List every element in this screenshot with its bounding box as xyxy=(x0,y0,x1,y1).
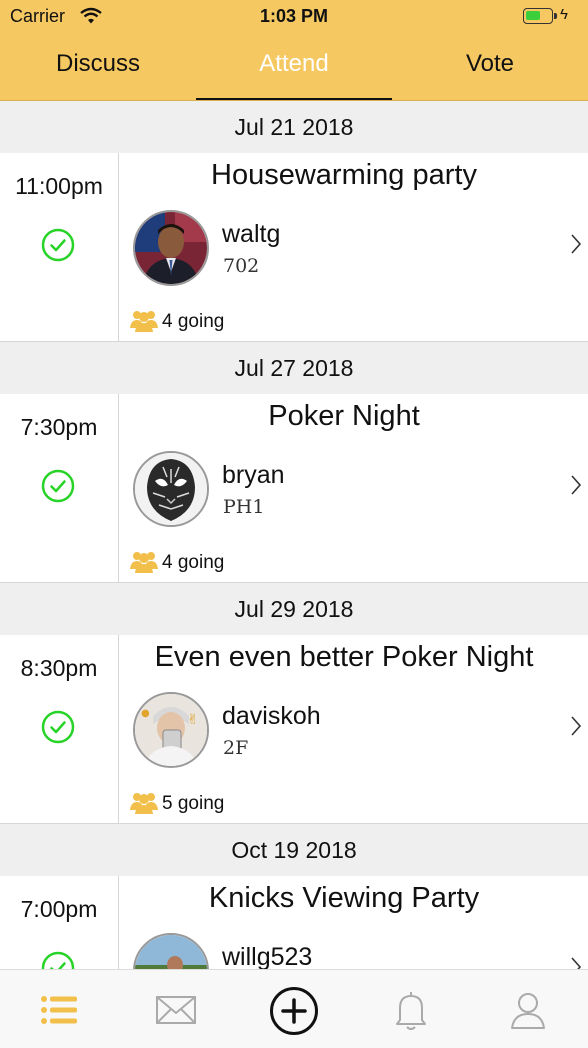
host-avatar[interactable]: ✌ ● xyxy=(133,692,209,768)
chevron-right-icon[interactable] xyxy=(570,474,582,496)
event-row[interactable]: 11:00pm Housewarming party waltg 702 4 g… xyxy=(0,153,588,342)
envelope-icon[interactable] xyxy=(154,988,198,1032)
bell-icon[interactable] xyxy=(389,988,433,1032)
date-header: Jul 27 2018 xyxy=(0,342,588,394)
group-icon xyxy=(130,311,158,332)
host-name: daviskoh xyxy=(222,702,321,730)
event-title: Housewarming party xyxy=(211,159,477,191)
event-title: Knicks Viewing Party xyxy=(208,882,480,914)
battery-icon xyxy=(523,8,557,24)
tab-discuss[interactable]: Discuss xyxy=(0,50,196,78)
event-time: 7:00pm xyxy=(20,896,98,922)
host-avatar[interactable] xyxy=(133,933,209,969)
host-avatar[interactable] xyxy=(133,210,209,286)
chevron-right-icon[interactable] xyxy=(570,956,582,969)
date-header: Jul 21 2018 xyxy=(0,101,588,153)
host-name: bryan xyxy=(222,461,285,489)
event-time: 8:30pm xyxy=(20,655,98,681)
segment-tabs: Discuss Attend Vote xyxy=(0,36,588,101)
event-title: Poker Night xyxy=(268,400,420,432)
event-time-column: 7:30pm xyxy=(0,394,119,582)
event-row[interactable]: 7:00pm Knicks Viewing Party willg523 xyxy=(0,876,588,969)
charging-icon: ϟ xyxy=(560,6,568,23)
active-tab-indicator xyxy=(196,98,392,100)
date-header: Jul 29 2018 xyxy=(0,583,588,635)
host-unit: PH1 xyxy=(223,496,265,518)
event-time-column: 11:00pm xyxy=(0,153,119,341)
going-count: 4 going xyxy=(162,311,225,332)
status-bar: Carrier 1:03 PM ϟ xyxy=(0,0,588,36)
profile-icon[interactable] xyxy=(506,988,550,1032)
group-icon xyxy=(130,793,158,814)
tab-attend[interactable]: Attend xyxy=(196,50,392,78)
date-header: Oct 19 2018 xyxy=(0,824,588,876)
event-title: Even even better Poker Night xyxy=(154,641,534,673)
chevron-right-icon[interactable] xyxy=(570,715,582,737)
host-name: waltg xyxy=(222,220,281,248)
list-icon[interactable] xyxy=(37,988,81,1032)
event-feed[interactable]: Jul 21 2018 11:00pm Housewarming party w… xyxy=(0,101,588,969)
event-time-column: 8:30pm xyxy=(0,635,119,823)
host-avatar[interactable] xyxy=(133,451,209,527)
event-time: 7:30pm xyxy=(20,414,98,440)
chevron-right-icon[interactable] xyxy=(570,233,582,255)
going-count: 4 going xyxy=(162,552,225,573)
svg-text:✌: ✌ xyxy=(187,712,199,728)
host-unit: 702 xyxy=(223,255,260,277)
event-row[interactable]: 8:30pm Even even better Poker Night ✌ ● … xyxy=(0,635,588,824)
event-row[interactable]: 7:30pm Poker Night bryan PH1 4 going xyxy=(0,394,588,583)
clock: 1:03 PM xyxy=(259,6,329,26)
attending-check-icon[interactable] xyxy=(41,228,75,262)
event-time-column: 7:00pm xyxy=(0,876,119,969)
group-icon xyxy=(130,552,158,573)
svg-text:●: ● xyxy=(141,708,150,719)
add-circle-icon[interactable] xyxy=(269,986,319,1036)
attending-check-icon[interactable] xyxy=(41,951,75,969)
host-name: willg523 xyxy=(222,943,313,969)
tab-vote[interactable]: Vote xyxy=(392,50,588,78)
attending-check-icon[interactable] xyxy=(41,469,75,503)
bottom-tab-bar xyxy=(0,969,588,1048)
host-unit: 2F xyxy=(223,737,249,759)
attending-check-icon[interactable] xyxy=(41,710,75,744)
event-time: 11:00pm xyxy=(15,173,103,199)
going-count: 5 going xyxy=(162,793,225,814)
